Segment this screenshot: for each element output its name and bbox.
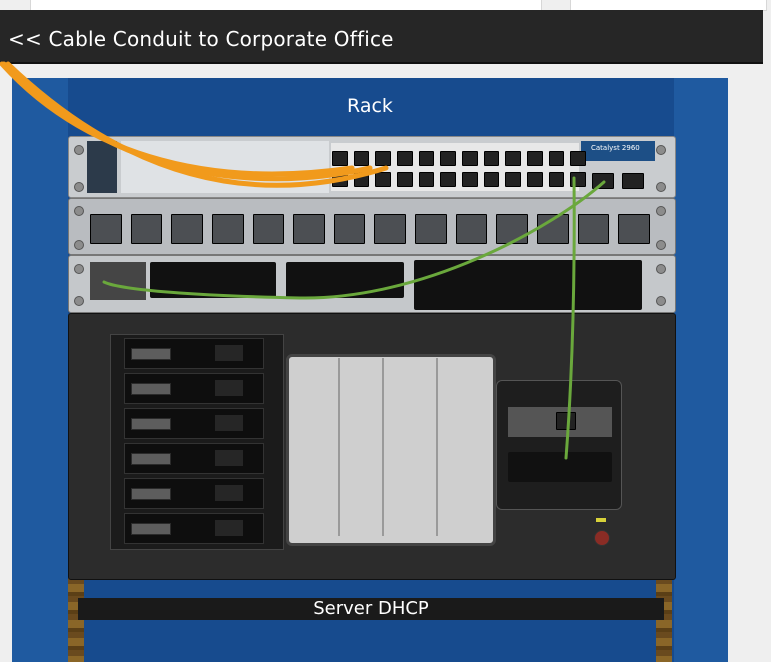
server-ethernet-port[interactable] bbox=[556, 412, 576, 430]
fastethernet-port[interactable] bbox=[483, 172, 500, 187]
server-expansion-slot[interactable] bbox=[508, 452, 612, 482]
hot-swap-drive[interactable] bbox=[124, 338, 264, 369]
fastethernet-port[interactable] bbox=[527, 172, 543, 187]
drive-label-plate bbox=[215, 345, 243, 361]
gigabit-port-1[interactable] bbox=[592, 173, 614, 189]
rack-screw bbox=[74, 145, 84, 155]
power-outlet[interactable] bbox=[537, 214, 569, 244]
drive-label-plate bbox=[215, 485, 243, 501]
switch-port-row-top bbox=[332, 151, 587, 166]
fastethernet-port[interactable] bbox=[527, 151, 543, 166]
router-slot-2[interactable] bbox=[286, 262, 404, 298]
fastethernet-port[interactable] bbox=[462, 172, 478, 187]
hot-swap-drive[interactable] bbox=[124, 513, 264, 544]
power-outlet[interactable] bbox=[293, 214, 325, 244]
router-slot-1[interactable] bbox=[150, 262, 276, 298]
drive-handle bbox=[131, 383, 171, 395]
server-device-label[interactable]: Server DHCP bbox=[78, 598, 664, 620]
router-module[interactable] bbox=[90, 262, 146, 300]
rack-screw bbox=[74, 264, 84, 274]
switch-model-label: Catalyst 2960 bbox=[591, 144, 640, 152]
drive-label-plate bbox=[215, 450, 243, 466]
fastethernet-port[interactable] bbox=[397, 151, 413, 166]
rack-rail-left bbox=[12, 78, 68, 662]
rack-post-right bbox=[656, 578, 672, 662]
power-outlet[interactable] bbox=[496, 214, 529, 244]
server-media-bay[interactable] bbox=[286, 354, 496, 546]
switch-port-row-bottom bbox=[332, 172, 587, 187]
switch-catalyst-2960[interactable]: Catalyst 2960 bbox=[68, 136, 676, 198]
power-outlet[interactable] bbox=[130, 214, 163, 244]
fastethernet-port[interactable] bbox=[548, 151, 565, 166]
power-outlet[interactable] bbox=[618, 214, 650, 244]
power-outlet[interactable] bbox=[171, 214, 203, 244]
server-nic-panel[interactable] bbox=[496, 380, 622, 510]
rack-post-left bbox=[68, 578, 84, 662]
rack-screw bbox=[74, 206, 84, 216]
power-outlet[interactable] bbox=[333, 214, 366, 244]
drive-handle bbox=[131, 523, 171, 535]
fastethernet-port[interactable] bbox=[570, 151, 587, 166]
fastethernet-port[interactable] bbox=[332, 172, 348, 187]
drive-handle bbox=[131, 453, 171, 465]
fastethernet-port[interactable] bbox=[418, 151, 435, 166]
drive-handle bbox=[131, 488, 171, 500]
fastethernet-port[interactable] bbox=[353, 151, 370, 166]
rack-screw bbox=[656, 182, 666, 192]
switch-status-led-panel bbox=[87, 141, 117, 193]
fastethernet-port[interactable] bbox=[483, 151, 500, 166]
fastethernet-port[interactable] bbox=[397, 172, 413, 187]
power-outlet[interactable] bbox=[455, 214, 488, 244]
drive-label-plate bbox=[215, 520, 243, 536]
rack-screw bbox=[74, 182, 84, 192]
hot-swap-drive[interactable] bbox=[124, 443, 264, 474]
fastethernet-port[interactable] bbox=[332, 151, 348, 166]
rack-screw bbox=[656, 206, 666, 216]
hot-swap-drive[interactable] bbox=[124, 478, 264, 509]
power-outlet-row bbox=[90, 214, 650, 244]
fastethernet-port[interactable] bbox=[375, 172, 392, 187]
power-outlet[interactable] bbox=[577, 214, 610, 244]
drive-label-plate bbox=[215, 380, 243, 396]
fastethernet-port[interactable] bbox=[570, 172, 587, 187]
cable-conduit-link[interactable]: << Cable Conduit to Corporate Office bbox=[8, 27, 394, 51]
fastethernet-port[interactable] bbox=[440, 172, 457, 187]
drive-handle bbox=[131, 348, 171, 360]
router-slot-3[interactable] bbox=[414, 260, 642, 310]
rack-screw bbox=[656, 240, 666, 250]
fastethernet-port[interactable] bbox=[353, 172, 370, 187]
drive-label-plate bbox=[215, 415, 243, 431]
power-outlet[interactable] bbox=[90, 214, 122, 244]
switch-front-blank bbox=[121, 141, 329, 193]
rack-rail-right bbox=[674, 78, 728, 662]
rack-screw bbox=[74, 240, 84, 250]
fastethernet-port[interactable] bbox=[462, 151, 478, 166]
fastethernet-port[interactable] bbox=[440, 151, 457, 166]
fastethernet-port[interactable] bbox=[375, 151, 392, 166]
power-outlet[interactable] bbox=[252, 214, 285, 244]
fastethernet-port[interactable] bbox=[505, 172, 522, 187]
rack-screw bbox=[656, 296, 666, 306]
rack-title: Rack bbox=[347, 95, 393, 117]
fastethernet-port[interactable] bbox=[505, 151, 522, 166]
rack-screw bbox=[656, 264, 666, 274]
server-media-divider bbox=[382, 358, 384, 536]
rack-screw bbox=[74, 296, 84, 306]
power-outlet[interactable] bbox=[415, 214, 447, 244]
server-media-divider bbox=[436, 358, 438, 536]
fastethernet-port[interactable] bbox=[548, 172, 565, 187]
server-media-divider bbox=[338, 358, 340, 536]
power-button[interactable] bbox=[594, 530, 610, 546]
drive-handle bbox=[131, 418, 171, 430]
power-outlet[interactable] bbox=[374, 214, 407, 244]
hot-swap-drive[interactable] bbox=[124, 408, 264, 439]
hot-swap-drive[interactable] bbox=[124, 373, 264, 404]
fastethernet-port[interactable] bbox=[418, 172, 435, 187]
power-outlet[interactable] bbox=[211, 214, 244, 244]
gigabit-port-2[interactable] bbox=[622, 173, 644, 189]
power-led bbox=[596, 518, 606, 522]
rack-screw bbox=[656, 145, 666, 155]
